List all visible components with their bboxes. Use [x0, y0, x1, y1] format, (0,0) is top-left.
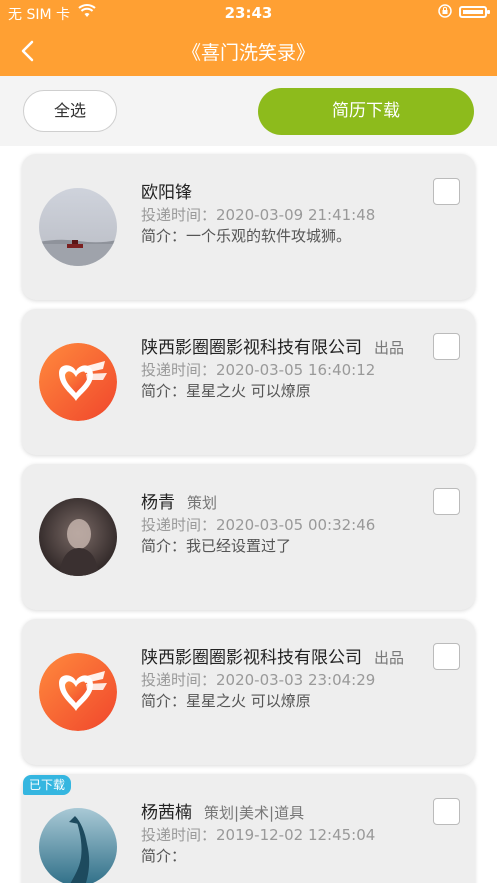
applicant-intro: 简介： — [141, 847, 187, 865]
avatar — [39, 808, 117, 883]
submit-time: 投递时间：2019-12-02 12:45:04 — [141, 826, 376, 844]
list-item[interactable]: 陕西影圈圈影视科技有限公司 出品 投递时间：2020-03-03 23:04:29… — [22, 619, 475, 765]
applicant-role: 出品 — [374, 339, 405, 357]
applicant-role: 策划 — [187, 494, 218, 512]
avatar — [39, 653, 117, 731]
applicant-intro: 简介：一个乐观的软件攻城狮。 — [141, 227, 352, 245]
list-item[interactable]: 杨青 策划 投递时间：2020-03-05 00:32:46 简介：我已经设置过了 — [22, 464, 475, 610]
applicant-role: 策划|美术|道具 — [204, 804, 305, 822]
select-checkbox[interactable] — [433, 488, 460, 515]
submit-time: 投递时间：2020-03-03 23:04:29 — [141, 671, 376, 689]
list-item[interactable]: 陕西影圈圈影视科技有限公司 出品 投递时间：2020-03-05 16:40:12… — [22, 309, 475, 455]
applicant-intro: 简介：我已经设置过了 — [141, 537, 292, 555]
app-header: 无 SIM 卡 23:43 《喜门洗笑录》 — [0, 0, 497, 76]
applicant-role: 出品 — [374, 649, 405, 667]
select-all-button[interactable]: 全选 — [23, 90, 117, 132]
download-resume-button[interactable]: 简历下载 — [258, 88, 474, 135]
select-checkbox[interactable] — [433, 643, 460, 670]
page-title: 《喜门洗笑录》 — [181, 42, 315, 64]
applicant-name-line: 杨茜楠 策划|美术|道具 — [141, 798, 304, 823]
applicant-intro: 简介：星星之火 可以燎原 — [141, 382, 311, 400]
action-toolbar: 全选 简历下载 — [0, 76, 497, 146]
avatar — [39, 343, 117, 421]
avatar — [39, 498, 117, 576]
select-checkbox[interactable] — [433, 798, 460, 825]
downloaded-badge: 已下载 — [23, 775, 72, 795]
applicant-intro: 简介：星星之火 可以燎原 — [141, 692, 311, 710]
select-checkbox[interactable] — [433, 178, 460, 205]
navigation-bar: 《喜门洗笑录》 — [0, 26, 497, 76]
list-item[interactable]: 欧阳锋 投递时间：2020-03-09 21:41:48 简介：一个乐观的软件攻… — [22, 154, 475, 300]
status-bar: 无 SIM 卡 23:43 — [0, 0, 497, 26]
applicant-name-line: 杨青 策划 — [141, 488, 217, 513]
submit-time: 投递时间：2020-03-09 21:41:48 — [141, 206, 376, 224]
applicant-name-line: 欧阳锋 — [141, 178, 192, 203]
applicant-name: 陕西影圈圈影视科技有限公司 — [141, 648, 362, 668]
list-item[interactable]: 杨茜楠 策划|美术|道具 投递时间：2019-12-02 12:45:04 简介： — [22, 774, 475, 883]
applicant-name-line: 陕西影圈圈影视科技有限公司 出品 — [141, 643, 404, 668]
avatar — [39, 188, 117, 266]
submit-time: 投递时间：2020-03-05 16:40:12 — [141, 361, 376, 379]
company-logo-icon — [39, 343, 117, 421]
applicant-name: 杨青 — [141, 493, 175, 513]
applicant-name: 陕西影圈圈影视科技有限公司 — [141, 338, 362, 358]
battery-icon — [459, 6, 490, 18]
applicant-name: 杨茜楠 — [141, 803, 192, 823]
company-logo-icon — [39, 653, 117, 731]
applicant-name: 欧阳锋 — [141, 183, 192, 203]
clock: 23:43 — [224, 4, 273, 22]
applicant-name-line: 陕西影圈圈影视科技有限公司 出品 — [141, 333, 404, 358]
select-checkbox[interactable] — [433, 333, 460, 360]
submit-time: 投递时间：2020-03-05 00:32:46 — [141, 516, 376, 534]
applicant-list[interactable]: 欧阳锋 投递时间：2020-03-09 21:41:48 简介：一个乐观的软件攻… — [0, 146, 497, 883]
rotation-lock-icon — [438, 4, 452, 21]
